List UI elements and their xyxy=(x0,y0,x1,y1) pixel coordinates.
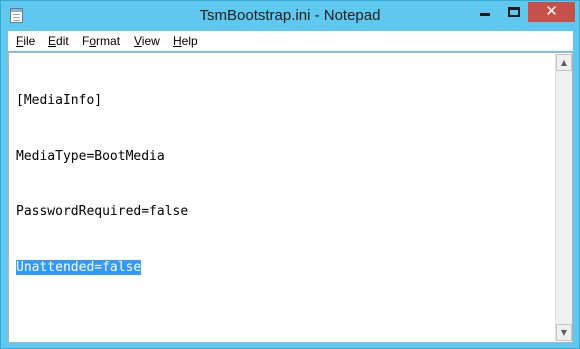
text-line: [MediaInfo] xyxy=(16,93,103,108)
minimize-button[interactable] xyxy=(471,2,499,22)
menu-bar: File Edit Format View Help xyxy=(8,31,573,51)
menu-help[interactable]: Help xyxy=(173,31,198,51)
text-line: MediaType=BootMedia xyxy=(16,148,165,164)
selected-text[interactable]: Unattended=false xyxy=(16,259,142,275)
menu-file[interactable]: File xyxy=(16,31,35,51)
menu-format[interactable]: Format xyxy=(82,31,120,51)
maximize-button[interactable] xyxy=(500,2,528,22)
minimize-icon xyxy=(480,13,490,16)
title-bar[interactable]: TsmBootstrap.ini - Notepad ✕ xyxy=(1,1,579,31)
menu-edit[interactable]: Edit xyxy=(48,31,69,51)
scroll-down-button[interactable]: ▼ xyxy=(556,324,572,341)
text-line: PasswordRequired=false xyxy=(16,204,189,219)
maximize-icon xyxy=(508,7,520,17)
editor-content[interactable]: [MediaInfo] MediaType=BootMedia Password… xyxy=(16,55,188,314)
close-icon: ✕ xyxy=(545,2,558,20)
vertical-scrollbar[interactable]: ▲ ▼ xyxy=(555,54,572,341)
text-editor[interactable]: [MediaInfo] MediaType=BootMedia Password… xyxy=(8,52,573,343)
notepad-window: TsmBootstrap.ini - Notepad ✕ File Edit F… xyxy=(0,0,580,349)
text-line-selected: Unattended=false xyxy=(16,259,188,278)
scroll-up-button[interactable]: ▲ xyxy=(556,54,572,71)
menu-view[interactable]: View xyxy=(134,31,160,51)
close-button[interactable]: ✕ xyxy=(528,2,575,22)
